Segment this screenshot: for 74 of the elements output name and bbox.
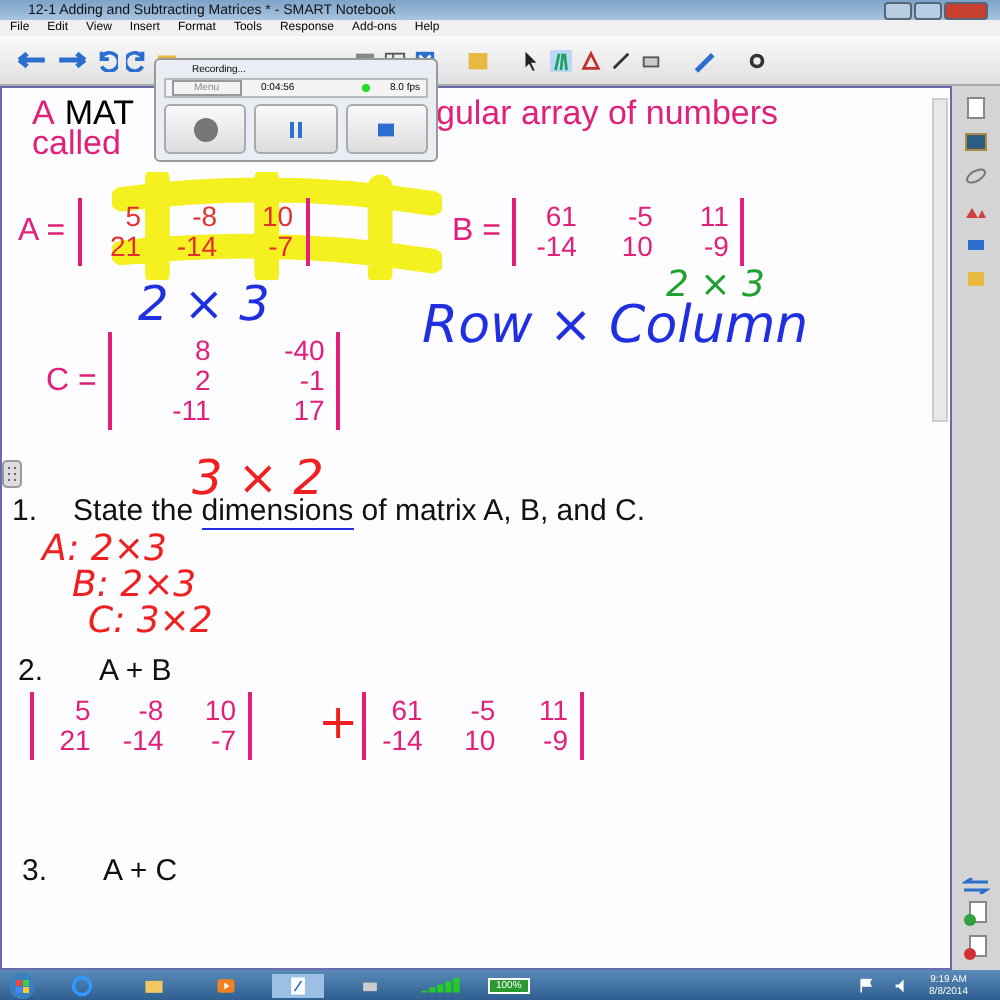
redo-icon[interactable] <box>126 49 148 71</box>
matrix-entry: -14 <box>534 232 577 262</box>
matrix-entry: 10 <box>619 232 653 262</box>
matrix-entry: -7 <box>266 232 294 262</box>
matrix-entry: 10 <box>202 696 236 726</box>
matrix-entry: 61 <box>543 202 577 232</box>
matrix-entry: -14 <box>120 726 164 756</box>
record-button[interactable] <box>164 104 247 154</box>
matrix-entry: -40 <box>282 336 325 366</box>
back-arrow-icon[interactable] <box>16 50 48 70</box>
matrix-entry: -14 <box>380 726 423 756</box>
grip-handle-icon[interactable] <box>2 460 22 488</box>
matrix-entry: 8 <box>193 336 211 366</box>
matrix-label: B = <box>452 214 501 250</box>
matrix-entry: -1 <box>297 366 325 396</box>
matrix-entry: -14 <box>174 232 218 262</box>
matrix-label: C = <box>46 363 97 399</box>
maximize-button[interactable] <box>914 1 942 19</box>
undo-icon[interactable] <box>96 49 118 71</box>
matrix-entry: -8 <box>136 696 164 726</box>
start-button-icon[interactable] <box>8 971 36 999</box>
matrix-entry: -9 <box>702 232 729 262</box>
matrix-entry: 11 <box>536 696 568 726</box>
handwritten-note: 2 × 3 <box>666 268 765 304</box>
matrix-entry: -8 <box>190 202 218 232</box>
matrix-label: A = <box>18 214 66 250</box>
heading-text: gular array of numbers <box>436 94 779 134</box>
delete-page-icon[interactable] <box>962 934 990 962</box>
handwritten-note: + <box>318 698 359 746</box>
question-number: 1. <box>12 494 38 528</box>
record-icon <box>193 117 218 141</box>
question-number: 2. <box>18 654 44 688</box>
notebook-icon[interactable] <box>272 973 324 997</box>
matrix-entry: -11 <box>170 396 211 426</box>
shapes-icon[interactable] <box>580 49 602 71</box>
minimize-button[interactable] <box>884 1 912 19</box>
matrix-entry: 61 <box>389 696 423 726</box>
handwritten-note: Row × Column <box>422 300 809 352</box>
forward-arrow-icon[interactable] <box>56 50 88 70</box>
matrix-entry: -5 <box>626 202 653 232</box>
line-icon[interactable] <box>610 49 632 71</box>
matrix-entry: 17 <box>291 396 325 426</box>
handwritten-note: C: 3×2 <box>88 604 213 640</box>
handwritten-note: B: 2×3 <box>72 568 197 604</box>
matrix-entry: -5 <box>468 696 496 726</box>
stop-button[interactable] <box>345 104 428 154</box>
page-icon[interactable] <box>962 94 990 122</box>
question-text: State the dimensions of matrix A, B, and C. <box>73 494 646 528</box>
matrix-entry: 21 <box>57 726 91 756</box>
add-page-icon[interactable] <box>962 900 990 928</box>
handwritten-note: 2 × 3 <box>138 280 270 328</box>
question-text: A + C <box>103 854 178 888</box>
speaker-icon[interactable] <box>893 977 910 993</box>
stop-icon <box>376 121 397 137</box>
close-button[interactable] <box>944 1 988 19</box>
matrix-entry: 5 <box>123 202 142 232</box>
pointer-icon[interactable] <box>520 49 542 71</box>
question-number: 3. <box>22 854 48 888</box>
matrix-entry: -7 <box>209 726 236 756</box>
matrix-entry: 5 <box>73 696 91 726</box>
handwritten-note: A: 2×3 <box>42 532 167 568</box>
matrix-entry: 2 <box>193 366 211 396</box>
scroll-bar[interactable] <box>932 98 948 422</box>
matrix-entry: -9 <box>541 726 568 756</box>
image-icon[interactable] <box>962 128 990 156</box>
pause-icon <box>285 119 306 139</box>
matrix-entry: 10 <box>462 726 496 756</box>
pause-button[interactable] <box>254 104 338 154</box>
flag-icon[interactable] <box>857 977 874 993</box>
question-text: A + B <box>99 654 172 688</box>
pens-icon[interactable] <box>550 49 572 71</box>
matrix-entry: 11 <box>697 202 729 232</box>
swap-arrows-icon[interactable] <box>962 878 990 894</box>
status-dot-icon <box>361 84 370 92</box>
